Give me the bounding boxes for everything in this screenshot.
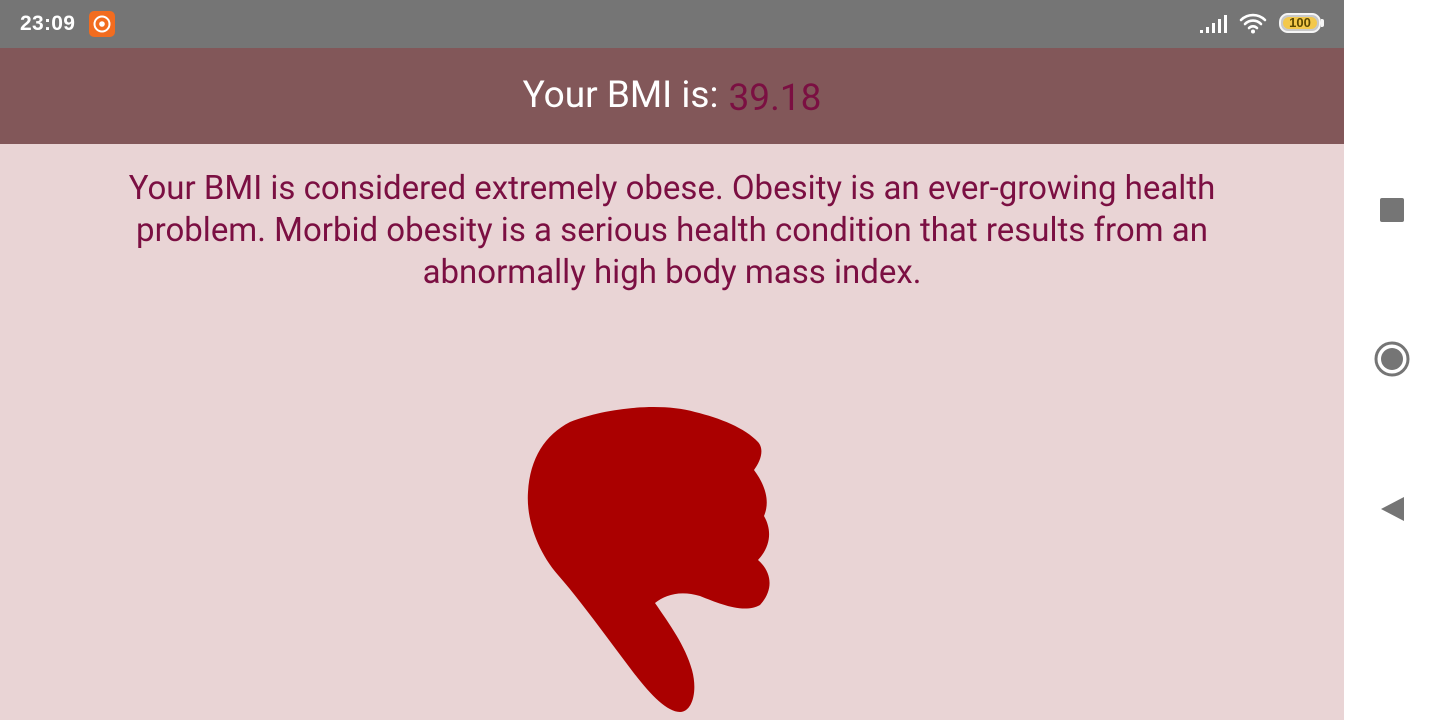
navigation-bar	[1344, 0, 1440, 720]
bmi-label: Your BMI is:	[522, 74, 719, 117]
battery-level: 100	[1289, 15, 1311, 30]
screen-recorder-icon	[89, 11, 115, 37]
home-button[interactable]	[1372, 339, 1412, 379]
app-screen: 23:09 100 Your BMI is: 39.18 Your BMI is…	[0, 0, 1344, 720]
recents-button[interactable]	[1372, 190, 1412, 230]
bmi-header-content: Your BMI is: 39.18	[0, 74, 1344, 120]
battery-icon: 100	[1279, 13, 1324, 33]
wifi-icon	[1239, 13, 1267, 34]
signal-icon	[1200, 15, 1227, 33]
thumbs-down-icon	[527, 407, 770, 712]
status-time: 23:09	[20, 12, 76, 35]
bmi-value: 39.18	[728, 77, 822, 120]
bmi-result-message: Your BMI is considered extremely obese. …	[128, 169, 1216, 292]
bmi-header: Your BMI is: 39.18	[0, 48, 1344, 144]
back-button[interactable]	[1372, 489, 1412, 529]
battery-tip	[1321, 19, 1324, 27]
status-bar: 23:09 100	[0, 0, 1344, 48]
